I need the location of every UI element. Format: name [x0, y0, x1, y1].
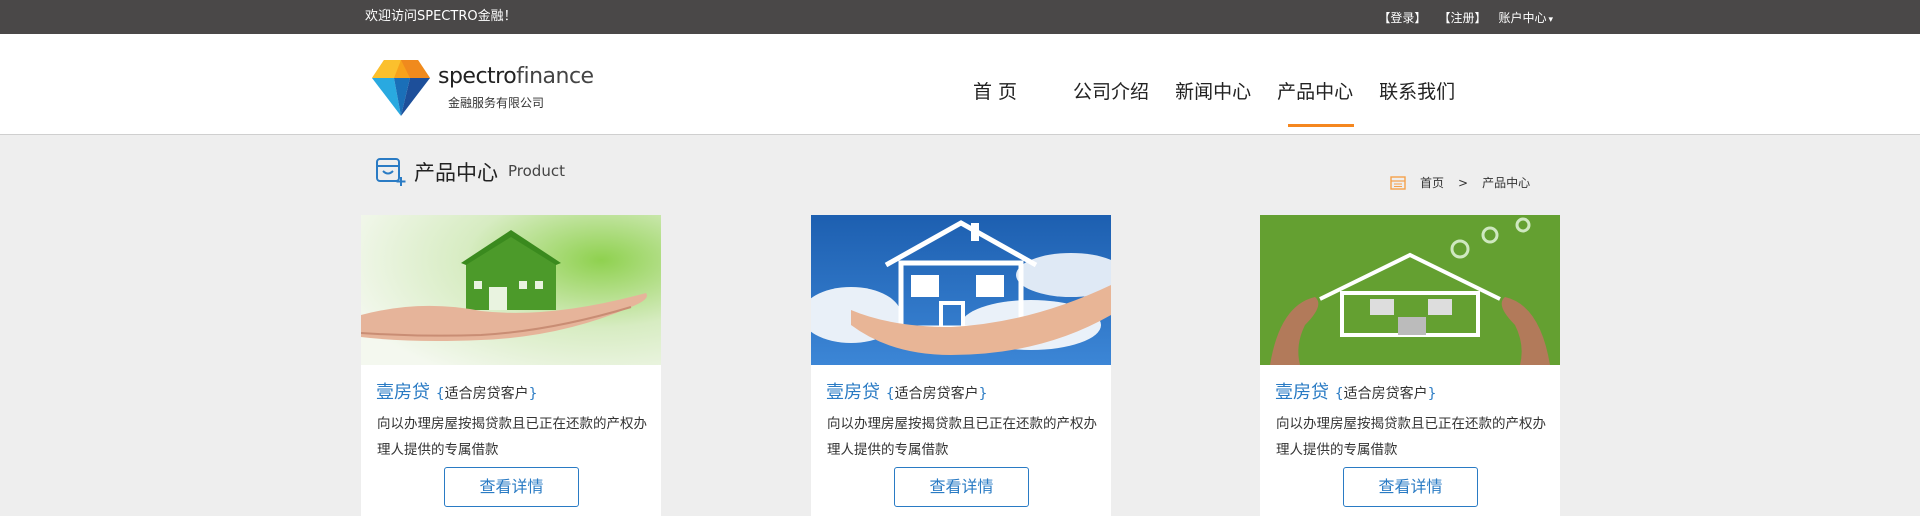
top-bar: 欢迎访问SPECTRO金融！ 【登录】 【注册】 账户中心 ▾ [0, 0, 1920, 34]
product-description: 向以办理房屋按揭贷款且已正在还款的产权办理人提供的专属借款 [377, 416, 647, 458]
product-tag: 适合房贷客户 [894, 386, 979, 402]
site-header: spectrofinance 金融服务有限公司 首 页 公司介绍 新闻中心 产品… [0, 34, 1920, 135]
product-title-text: 壹房贷 [1275, 382, 1329, 403]
product-description: 向以办理房屋按揭贷款且已正在还款的产权办理人提供的专属借款 [1276, 416, 1546, 458]
nav-item-contact[interactable]: 联系我们 [1366, 40, 1468, 141]
logo-brand-b: finance [516, 64, 594, 89]
section-title: 产品中心 [414, 161, 498, 185]
product-title[interactable]: 壹房贷 {适合房贷客户} [1275, 378, 1437, 404]
nav-item-products[interactable]: 产品中心 [1264, 40, 1366, 141]
register-link[interactable]: 【注册】 [1438, 9, 1486, 26]
product-card: 壹房贷 {适合房贷客户} 向以办理房屋按揭贷款且已正在还款的产权办理人提供的专属… [361, 215, 661, 516]
house-on-grass-hands-image [1260, 215, 1560, 365]
nav-item-home[interactable]: 首 页 [960, 40, 1030, 141]
account-center-label: 账户中心 [1498, 10, 1547, 25]
title-brace-open: { [1334, 386, 1344, 402]
product-title[interactable]: 壹房贷 {适合房贷客户} [376, 378, 538, 404]
nav-item-news[interactable]: 新闻中心 [1162, 40, 1264, 141]
breadcrumb: 首页 > 产品中心 [1390, 174, 1530, 191]
welcome-text: 欢迎访问SPECTRO金融！ [365, 9, 517, 24]
product-title-text: 壹房贷 [376, 382, 430, 403]
title-brace-open: { [885, 386, 895, 402]
breadcrumb-home-icon [1390, 175, 1406, 190]
logo-subtitle: 金融服务有限公司 [448, 96, 545, 110]
view-details-button[interactable]: 查看详情 [444, 467, 579, 507]
green-house-hand-image [361, 215, 661, 365]
white-house-hand-sky-image [811, 215, 1111, 365]
section-subtitle: Product [508, 162, 565, 180]
product-tag: 适合房贷客户 [1343, 386, 1428, 402]
title-brace-close: } [978, 386, 988, 402]
product-image[interactable] [1260, 215, 1560, 365]
product-tag: 适合房贷客户 [444, 386, 529, 402]
view-details-button[interactable]: 查看详情 [1343, 467, 1478, 507]
logo-brand-a: spectro [438, 64, 517, 89]
product-card: 壹房贷 {适合房贷客户} 向以办理房屋按揭贷款且已正在还款的产权办理人提供的专属… [1260, 215, 1560, 516]
view-details-button[interactable]: 查看详情 [894, 467, 1029, 507]
login-link[interactable]: 【登录】 [1378, 9, 1426, 26]
title-brace-close: } [528, 386, 538, 402]
product-title[interactable]: 壹房贷 {适合房贷客户} [826, 378, 988, 404]
product-title-text: 壹房贷 [826, 382, 880, 403]
product-card: 壹房贷 {适合房贷客户} 向以办理房屋按揭贷款且已正在还款的产权办理人提供的专属… [811, 215, 1111, 516]
nav-item-about[interactable]: 公司介绍 [1060, 40, 1162, 141]
product-image[interactable] [811, 215, 1111, 365]
breadcrumb-separator: > [1458, 175, 1469, 190]
product-description: 向以办理房屋按揭贷款且已正在还款的产权办理人提供的专属借款 [827, 416, 1097, 458]
diamond-logo-icon [372, 60, 430, 116]
title-brace-open: { [435, 386, 445, 402]
top-links: 【登录】 【注册】 账户中心 ▾ [1378, 0, 1553, 34]
product-image[interactable] [361, 215, 661, 365]
title-brace-close: } [1427, 386, 1437, 402]
logo-brand: spectrofinance [438, 64, 594, 89]
account-center-menu[interactable]: 账户中心 ▾ [1498, 9, 1553, 26]
main-nav: 首 页 公司介绍 新闻中心 产品中心 联系我们 [960, 34, 1468, 135]
breadcrumb-current: 产品中心 [1482, 176, 1531, 190]
site-logo[interactable]: spectrofinance 金融服务有限公司 [370, 56, 594, 118]
breadcrumb-home[interactable]: 首页 [1420, 174, 1444, 191]
chevron-down-icon: ▾ [1548, 14, 1553, 25]
product-cart-icon [376, 158, 406, 186]
